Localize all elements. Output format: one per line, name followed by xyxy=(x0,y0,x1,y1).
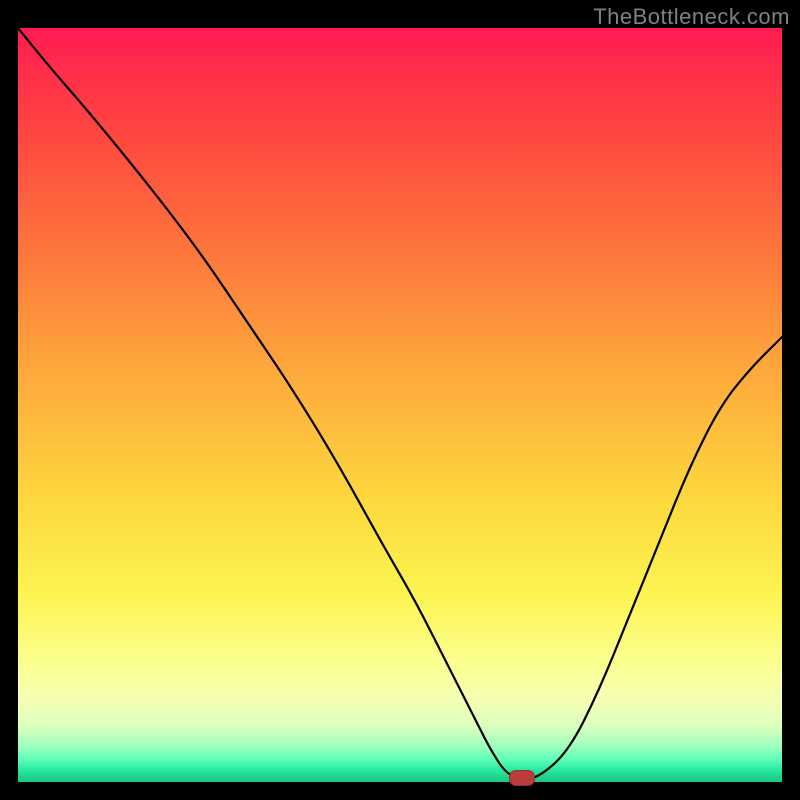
bottleneck-curve xyxy=(18,28,782,778)
watermark-text: TheBottleneck.com xyxy=(593,4,790,30)
curve-overlay xyxy=(18,28,782,782)
optimal-point-marker xyxy=(509,770,535,786)
plot-area xyxy=(18,28,782,782)
chart-container: TheBottleneck.com xyxy=(0,0,800,800)
